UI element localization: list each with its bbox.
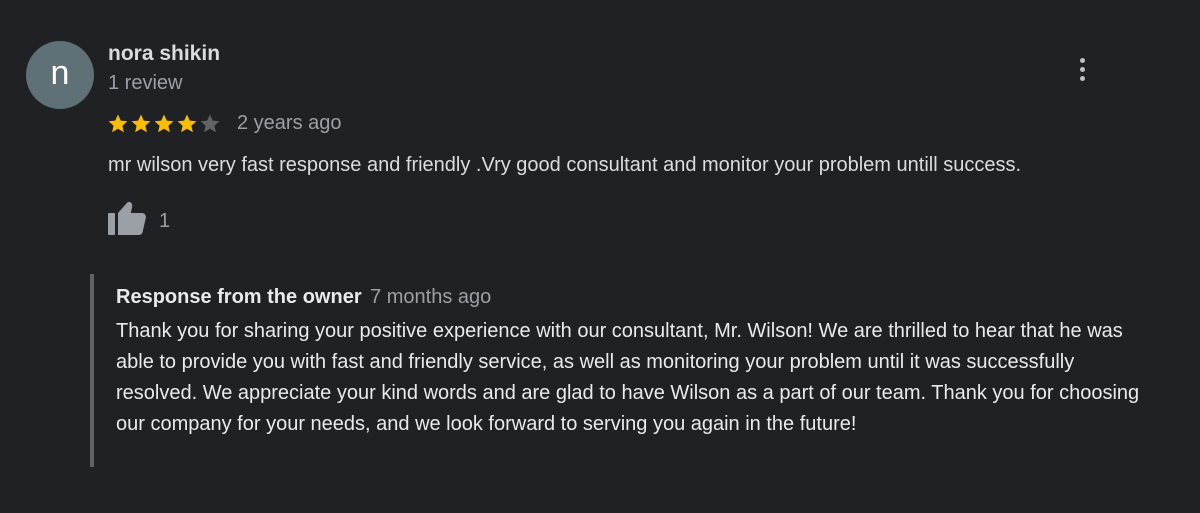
star-filled-icon	[108, 114, 128, 133]
thumbs-up-icon	[108, 201, 146, 235]
owner-response: Response from the owner 7 months ago Tha…	[90, 274, 1164, 467]
owner-response-title: Response from the owner	[116, 286, 362, 308]
owner-response-text: Thank you for sharing your positive expe…	[116, 320, 1140, 435]
avatar-letter: n	[50, 54, 70, 92]
review-count: 1 review	[108, 72, 183, 94]
owner-response-header: Response from the owner 7 months ago	[116, 286, 491, 309]
more-vertical-icon	[1079, 57, 1085, 63]
reviewer-name[interactable]: nora shikin	[108, 42, 220, 66]
star-filled-icon	[177, 114, 197, 133]
star-empty-icon	[200, 114, 220, 133]
owner-response-time-ago: 7 months ago	[370, 286, 492, 308]
star-filled-icon	[154, 114, 174, 133]
more-vertical-icon-dot	[1079, 75, 1085, 81]
like-count: 1	[159, 210, 171, 232]
like-button[interactable]	[106, 199, 150, 239]
star-filled-icon	[131, 114, 151, 133]
review-time-ago: 2 years ago	[237, 112, 342, 134]
star-rating	[106, 111, 221, 137]
review-text: mr wilson very fast response and friendl…	[108, 154, 1022, 176]
more-options-button[interactable]	[1066, 54, 1098, 84]
avatar[interactable]: n	[26, 41, 94, 109]
more-vertical-icon-dot	[1079, 66, 1085, 72]
review-card: n nora shikin 1 review 2 years ago mr wi…	[0, 0, 1200, 513]
